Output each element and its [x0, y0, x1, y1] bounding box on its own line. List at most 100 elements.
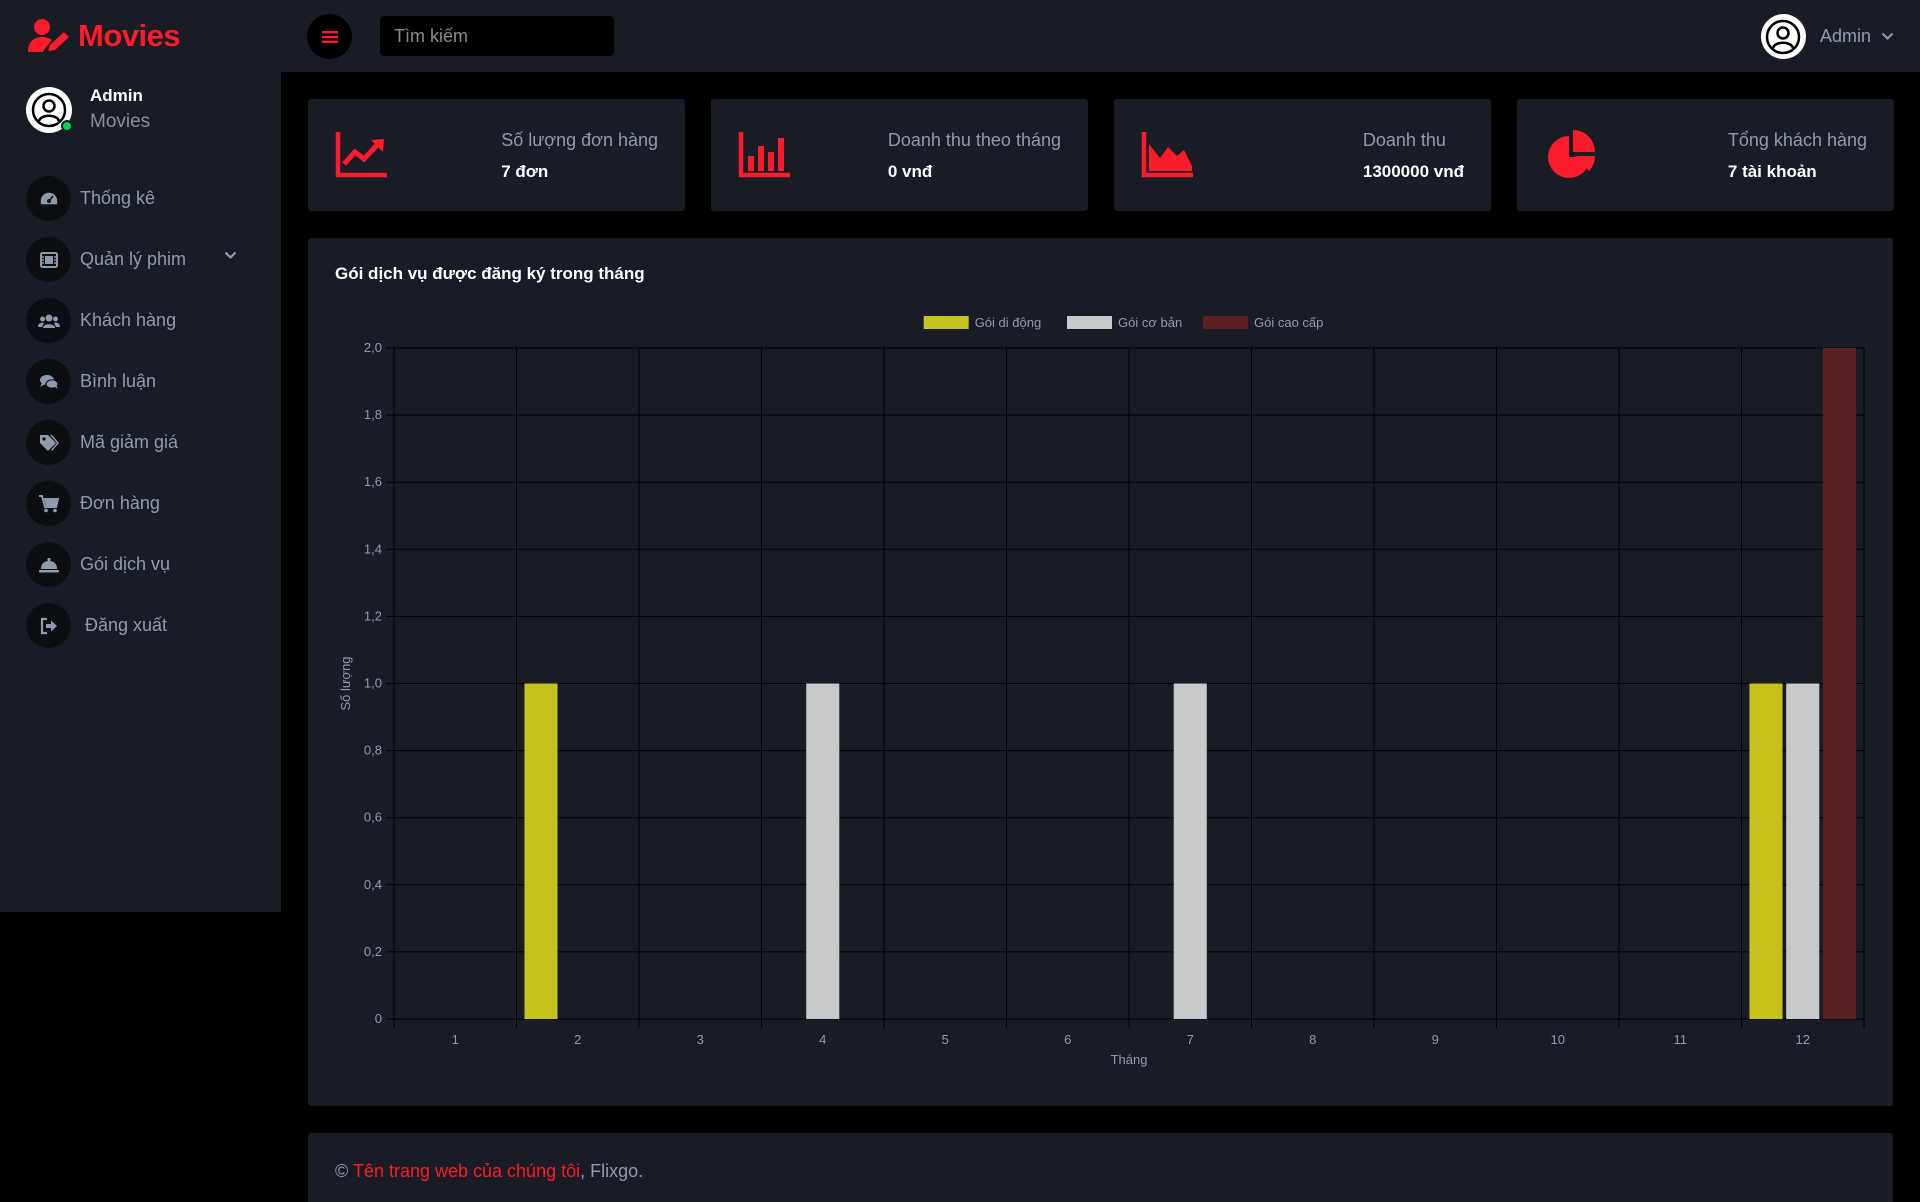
dashboard-gauge-icon [26, 176, 71, 221]
brand[interactable]: Movies [0, 0, 281, 72]
chart-pie-icon [1548, 130, 1596, 178]
sidebar-item-thong-ke[interactable]: Thống kê [0, 168, 281, 229]
y-tick-label: 1,0 [364, 676, 382, 691]
sidebar-item-ma-giam-gia[interactable]: Mã giảm giá [0, 412, 281, 473]
x-tick-label: 9 [1432, 1032, 1439, 1047]
stat-card-revenue: Doanh thu 1300000 vnđ [1114, 99, 1491, 211]
x-tick-label: 12 [1796, 1032, 1810, 1047]
x-tick-label: 3 [697, 1032, 704, 1047]
chevron-down-icon[interactable] [224, 251, 237, 260]
footer-suffix: , Flixgo. [580, 1161, 644, 1181]
bar [1822, 348, 1857, 1019]
x-tick-label: 4 [819, 1032, 826, 1047]
sidebar-item-label: Quản lý phim [80, 249, 187, 269]
y-tick-label: 0,8 [364, 743, 382, 758]
sidebar-item-label: Thống kê [80, 188, 156, 208]
legend-swatch [1203, 316, 1248, 329]
sidebar-item-binh-luan[interactable]: Bình luận [0, 351, 281, 412]
stat-title: Doanh thu theo tháng [887, 130, 1061, 150]
stat-value: 1300000 vnđ [1362, 162, 1464, 181]
sidebar-item-label: Khách hàng [80, 310, 177, 330]
stat-card-orders: Số lượng đơn hàng 7 đơn [308, 99, 685, 211]
search-input[interactable] [380, 16, 614, 56]
menu-toggle-button[interactable] [307, 14, 352, 59]
sign-out-icon [26, 603, 71, 648]
y-tick-label: 0 [375, 1011, 382, 1026]
y-tick-label: 0,2 [364, 944, 382, 959]
stat-value: 7 đơn [501, 162, 549, 181]
avatar [26, 87, 73, 133]
bar [524, 683, 558, 1019]
legend-swatch [1067, 316, 1112, 329]
stat-title: Số lượng đơn hàng [501, 130, 658, 150]
legend-label: Gói di động [975, 315, 1041, 330]
shopping-cart-icon [26, 481, 71, 526]
legend-label: Gói cơ bản [1118, 315, 1182, 330]
stat-title: Doanh thu [1362, 130, 1446, 150]
users-icon [26, 298, 71, 343]
stat-title: Tổng khách hàng [1727, 130, 1867, 150]
x-tick-label: 11 [1674, 1032, 1688, 1047]
chart-card: 0 0,2 0,4 0,6 0,8 1,0 1,2 1,4 1,6 1,8 2,0 1 2 3 4 5 6 7 8 9… [308, 238, 1893, 1106]
legend-label: Gói cao cấp [1254, 315, 1323, 330]
concierge-bell-icon [26, 542, 71, 587]
y-tick-label: 0,6 [364, 810, 382, 825]
stat-card-customers: Tổng khách hàng 7 tài khoản [1517, 99, 1894, 211]
chart-line-up-icon [335, 132, 387, 178]
y-tick-label: 0,4 [364, 877, 382, 892]
footer-prefix: © [335, 1161, 353, 1181]
footer-text: © Tên trang web của chúng tôi, Flixgo. [335, 1161, 643, 1182]
x-tick-label: 1 [452, 1032, 459, 1047]
sidebar-item-label: Mã giảm giá [80, 432, 179, 452]
sidebar-item-khach-hang[interactable]: Khách hàng [0, 290, 281, 351]
sidebar-nav: Thống kê Quản lý phim Khách hàng Bình lu… [0, 168, 281, 656]
y-axis-title: Số lượng [338, 656, 353, 710]
profile: Admin Movies [26, 84, 150, 136]
sidebar-item-quan-ly-phim[interactable]: Quản lý phim [0, 229, 281, 290]
comments-icon [26, 359, 71, 404]
hamburger-menu-icon [321, 30, 338, 43]
sidebar-item-don-hang[interactable]: Đơn hàng [0, 473, 281, 534]
bar [806, 683, 840, 1019]
chart-area-icon [1141, 132, 1193, 178]
chevron-down-icon [1881, 32, 1894, 41]
profile-role: Movies [90, 111, 151, 132]
sidebar-item-dang-xuat[interactable]: Đăng xuất [0, 595, 281, 656]
online-status-dot [61, 120, 73, 132]
y-tick-label: 1,2 [364, 608, 382, 623]
sidebar-item-goi-dich-vu[interactable]: Gói dịch vụ [0, 534, 281, 595]
user-name: Admin [1819, 26, 1871, 46]
y-tick-label: 1,4 [364, 541, 382, 556]
x-tick-label: 8 [1309, 1032, 1316, 1047]
topbar: Admin [281, 0, 1920, 72]
sidebar: Admin Movies Thống kê Quản lý phim Khách… [0, 72, 281, 912]
legend-swatch [923, 316, 969, 329]
x-tick-label: 10 [1551, 1032, 1565, 1047]
y-tick-label: 1,8 [364, 407, 382, 422]
sidebar-item-label: Đăng xuất [85, 615, 168, 635]
sidebar-item-label: Gói dịch vụ [80, 554, 171, 574]
subscription-chart: 00,20,40,60,81,01,21,41,61,82,01 2 3 4 5 6 7 8 9… [338, 315, 1865, 1067]
user-edit-icon [28, 19, 69, 52]
x-tick-label: 6 [1064, 1032, 1071, 1047]
y-tick-label: 2,0 [364, 340, 382, 355]
footer-site-link[interactable]: Tên trang web của chúng tôi [353, 1161, 580, 1181]
sidebar-item-label: Bình luận [80, 371, 157, 391]
stat-value: 0 vnđ [887, 162, 933, 181]
x-axis-title: Tháng [1111, 1052, 1148, 1067]
footer: © Tên trang web của chúng tôi, Flixgo. [308, 1133, 1893, 1202]
bar [1749, 683, 1783, 1019]
x-tick-label: 2 [574, 1032, 581, 1047]
y-tick-label: 1,6 [364, 474, 382, 489]
x-tick-label: 5 [942, 1032, 949, 1047]
film-icon [26, 237, 71, 282]
user-menu[interactable]: Admin [1760, 14, 1894, 59]
chart-title: Gói dịch vụ được đăng ký trong tháng [335, 264, 645, 283]
x-tick-label: 7 [1187, 1032, 1194, 1047]
stat-card-monthly-revenue: Doanh thu theo tháng 0 vnđ [711, 99, 1088, 211]
tags-icon [26, 420, 71, 465]
bar [1786, 683, 1820, 1019]
brand-name: Movies [78, 18, 181, 53]
bar [1173, 683, 1207, 1019]
avatar [1760, 14, 1806, 59]
